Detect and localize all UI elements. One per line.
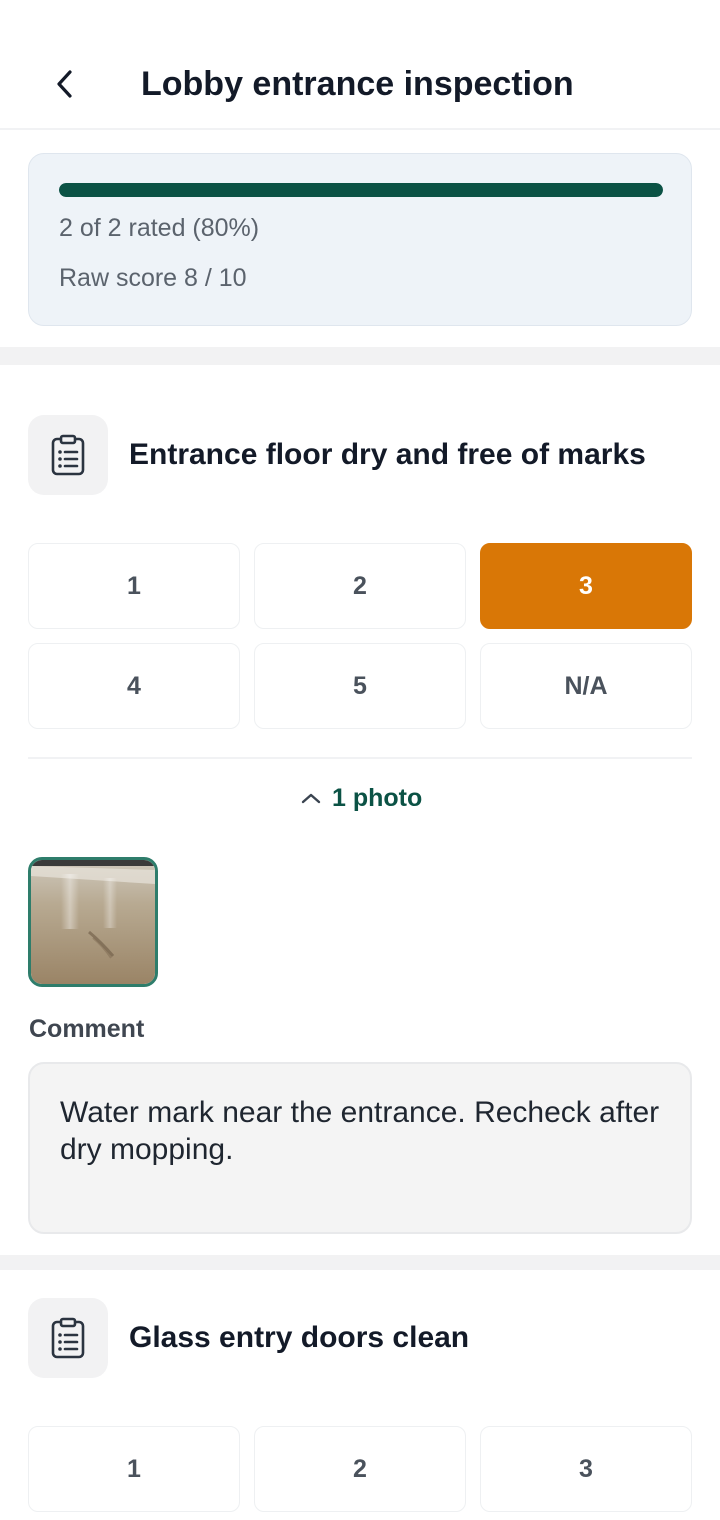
app-header: Lobby entrance inspection [0,0,720,130]
rating-option-4[interactable]: 4 [28,643,240,729]
rating-options: 1 2 3 4 5 N/A [28,543,692,729]
item-icon-container [28,415,108,495]
item-icon-container [28,1298,108,1378]
progress-card: 2 of 2 rated (80%) Raw score 8 / 10 [28,153,692,326]
rating-option-1[interactable]: 1 [28,1426,240,1512]
photo-thumbnail[interactable] [28,857,158,987]
rating-option-2[interactable]: 2 [254,543,466,629]
progress-bar-fill [59,183,663,197]
rating-options: 1 2 3 [28,1426,692,1520]
comment-field[interactable]: Water mark near the entrance. Recheck af… [28,1062,692,1234]
rating-option-3[interactable]: 3 [480,1426,692,1512]
clipboard-list-icon [51,434,85,476]
comment-label: Comment [29,1015,145,1043]
rating-option-2[interactable]: 2 [254,1426,466,1512]
page-title: Lobby entrance inspection [141,65,574,103]
chevron-left-icon [57,70,72,98]
rated-count-text: 2 of 2 rated (80%) [59,214,260,242]
item-title: Entrance floor dry and free of marks [129,438,646,471]
progress-bar [59,183,663,197]
rating-option-5[interactable]: 5 [254,643,466,729]
raw-score-text: Raw score 8 / 10 [59,264,247,292]
divider [28,757,692,759]
item-title: Glass entry doors clean [129,1321,470,1354]
rating-option-na[interactable]: N/A [480,643,692,729]
clipboard-list-icon [51,1317,85,1359]
chevron-up-icon [301,793,321,804]
back-button[interactable] [44,62,86,106]
photos-toggle-label: 1 photo [332,783,423,812]
section-separator [0,347,720,365]
floor-photo-image [31,860,155,984]
rating-option-3[interactable]: 3 [480,543,692,629]
photos-toggle[interactable]: 1 photo [300,780,422,816]
section-separator [0,1255,720,1270]
rating-option-1[interactable]: 1 [28,543,240,629]
